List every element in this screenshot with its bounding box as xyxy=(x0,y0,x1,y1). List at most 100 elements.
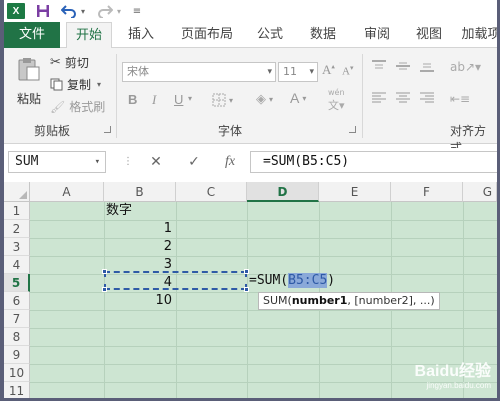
gridline xyxy=(30,238,497,239)
ribbon-tabs: 文件 开始 插入 页面布局 公式 数据 审阅 视图 加载项 xyxy=(4,22,497,49)
gridline xyxy=(30,310,497,311)
font-size-select[interactable]: 11 ▾ xyxy=(278,62,318,82)
column-header-g[interactable]: G xyxy=(463,182,497,202)
row-header-6[interactable]: 6 xyxy=(4,292,30,310)
ribbon-home: 粘贴 ✂ 剪切 复制 ▾ 🖌 格式刷 剪贴板 宋体 ▾ 11 ▾ A▴ A▾ B xyxy=(4,48,497,155)
align-right-button[interactable] xyxy=(420,92,434,104)
row-header-4[interactable]: 4 xyxy=(4,256,30,274)
font-group-label: 字体 xyxy=(218,124,243,138)
top-align-button[interactable] xyxy=(372,60,386,72)
column-header-a[interactable]: A xyxy=(30,182,104,202)
fill-color-button[interactable]: ◈ ▾ xyxy=(256,92,273,107)
border-icon xyxy=(212,93,226,107)
cell-b6[interactable]: 10 xyxy=(104,292,176,310)
tab-data[interactable]: 数据 xyxy=(301,22,345,48)
name-box[interactable]: SUM ▾ xyxy=(8,151,106,173)
shrink-font-icon[interactable]: A▾ xyxy=(342,64,353,78)
scissors-icon: ✂ xyxy=(50,55,61,70)
chevron-down-icon: ▾ xyxy=(94,157,100,167)
select-all-button[interactable] xyxy=(4,182,30,202)
resize-handle[interactable] xyxy=(102,269,107,274)
copy-dropdown-icon[interactable]: ▾ xyxy=(97,80,101,89)
paste-icon xyxy=(18,58,40,81)
column-header-c[interactable]: C xyxy=(176,182,247,202)
undo-icon[interactable] xyxy=(61,3,77,19)
tab-file[interactable]: 文件 xyxy=(4,22,60,48)
font-color-button[interactable]: A ▾ xyxy=(290,90,306,106)
cell-b2[interactable]: 1 xyxy=(104,220,176,238)
row-header-7[interactable]: 7 xyxy=(4,310,30,328)
redo-icon[interactable] xyxy=(97,3,113,19)
column-header-b[interactable]: B xyxy=(104,182,176,202)
tab-review[interactable]: 审阅 xyxy=(355,22,399,48)
clipboard-dialog-launcher-icon[interactable] xyxy=(104,126,111,133)
gridline xyxy=(30,256,497,257)
font-name-select[interactable]: 宋体 ▾ xyxy=(122,62,276,82)
indent-icon: ⇤≡ xyxy=(450,92,471,106)
row-header-11[interactable]: 11 xyxy=(4,382,30,398)
column-header-e[interactable]: E xyxy=(319,182,391,202)
tab-insert[interactable]: 插入 xyxy=(120,22,162,48)
border-button[interactable]: ▾ xyxy=(212,93,233,107)
row-header-8[interactable]: 8 xyxy=(4,328,30,346)
tab-addins[interactable]: 加载项 xyxy=(459,22,497,48)
resize-handle[interactable] xyxy=(102,287,107,292)
gridline xyxy=(30,346,497,347)
formula-input[interactable]: =SUM(B5:C5) xyxy=(250,151,497,173)
excel-window: X ▾ ▾ ≡ 文件 开始 插入 页面布局 公式 数据 审阅 视图 加载项 粘贴… xyxy=(4,0,497,398)
underline-dropdown-icon[interactable]: ▾ xyxy=(188,94,192,103)
tab-formulas[interactable]: 公式 xyxy=(248,22,292,48)
formula-bar: SUM ▾ ⋮ ✕ ✓ fx =SUM(B5:C5) xyxy=(4,148,497,176)
grow-font-icon[interactable]: A▴ xyxy=(322,62,335,78)
underline-button[interactable]: U xyxy=(174,92,183,107)
align-right-icon xyxy=(420,92,434,103)
redo-dropdown-icon[interactable]: ▾ xyxy=(115,3,123,19)
indent-button[interactable]: ⇤≡ xyxy=(450,92,470,106)
row-header-3[interactable]: 3 xyxy=(4,238,30,256)
tab-home[interactable]: 开始 xyxy=(66,22,112,49)
phonetic-icon: 文▾ xyxy=(328,99,345,112)
cut-button[interactable]: ✂ 剪切 xyxy=(50,54,89,71)
cell-d5-editor[interactable]: =SUM(B5:C5) xyxy=(247,272,335,290)
row-header-1[interactable]: 1 xyxy=(4,202,30,220)
paste-button[interactable]: 粘贴 xyxy=(12,56,46,107)
align-left-button[interactable] xyxy=(372,92,386,104)
customize-qat-icon[interactable]: ≡ xyxy=(129,3,145,19)
orientation-button[interactable]: ab↗▾ xyxy=(450,60,481,74)
gridline xyxy=(30,328,497,329)
middle-align-button[interactable] xyxy=(396,60,410,72)
current-argument[interactable]: number1 xyxy=(292,294,348,307)
phonetic-button[interactable]: wén 文▾ xyxy=(328,88,345,113)
row-header-9[interactable]: 9 xyxy=(4,346,30,364)
chevron-down-icon: ▾ xyxy=(302,93,307,103)
save-icon[interactable] xyxy=(35,3,51,19)
row-header-5[interactable]: 5 xyxy=(4,274,30,292)
cell-b1[interactable]: 数字 xyxy=(106,202,176,220)
align-center-icon xyxy=(396,92,410,103)
excel-icon: X xyxy=(7,3,25,19)
insert-function-button[interactable]: fx xyxy=(220,152,240,172)
tab-page-layout[interactable]: 页面布局 xyxy=(172,22,242,48)
italic-button[interactable]: I xyxy=(152,92,156,108)
cell-b3[interactable]: 2 xyxy=(104,238,176,256)
copy-button[interactable]: 复制 ▾ xyxy=(50,76,101,93)
format-painter-button[interactable]: 🖌 格式刷 xyxy=(50,98,105,115)
align-center-button[interactable] xyxy=(396,92,410,104)
column-header-d[interactable]: D xyxy=(247,182,319,202)
column-header-f[interactable]: F xyxy=(391,182,463,202)
cancel-formula-button[interactable]: ✕ xyxy=(146,152,166,172)
row-header-2[interactable]: 2 xyxy=(4,220,30,238)
gridline xyxy=(176,202,177,398)
range-reference: B5:C5 xyxy=(288,273,328,288)
group-separator xyxy=(116,54,117,138)
paint-bucket-icon: ◈ xyxy=(256,92,266,107)
bottom-align-button[interactable] xyxy=(420,60,434,72)
font-dialog-launcher-icon[interactable] xyxy=(349,126,356,133)
range-reference-highlight[interactable] xyxy=(102,269,249,292)
undo-dropdown-icon[interactable]: ▾ xyxy=(79,3,87,19)
enter-formula-button[interactable]: ✓ xyxy=(184,152,204,172)
row-header-10[interactable]: 10 xyxy=(4,364,30,382)
tab-view[interactable]: 视图 xyxy=(407,22,451,48)
function-tooltip[interactable]: SUM(number1, [number2], ...) xyxy=(258,292,440,310)
bold-button[interactable]: B xyxy=(128,92,137,107)
